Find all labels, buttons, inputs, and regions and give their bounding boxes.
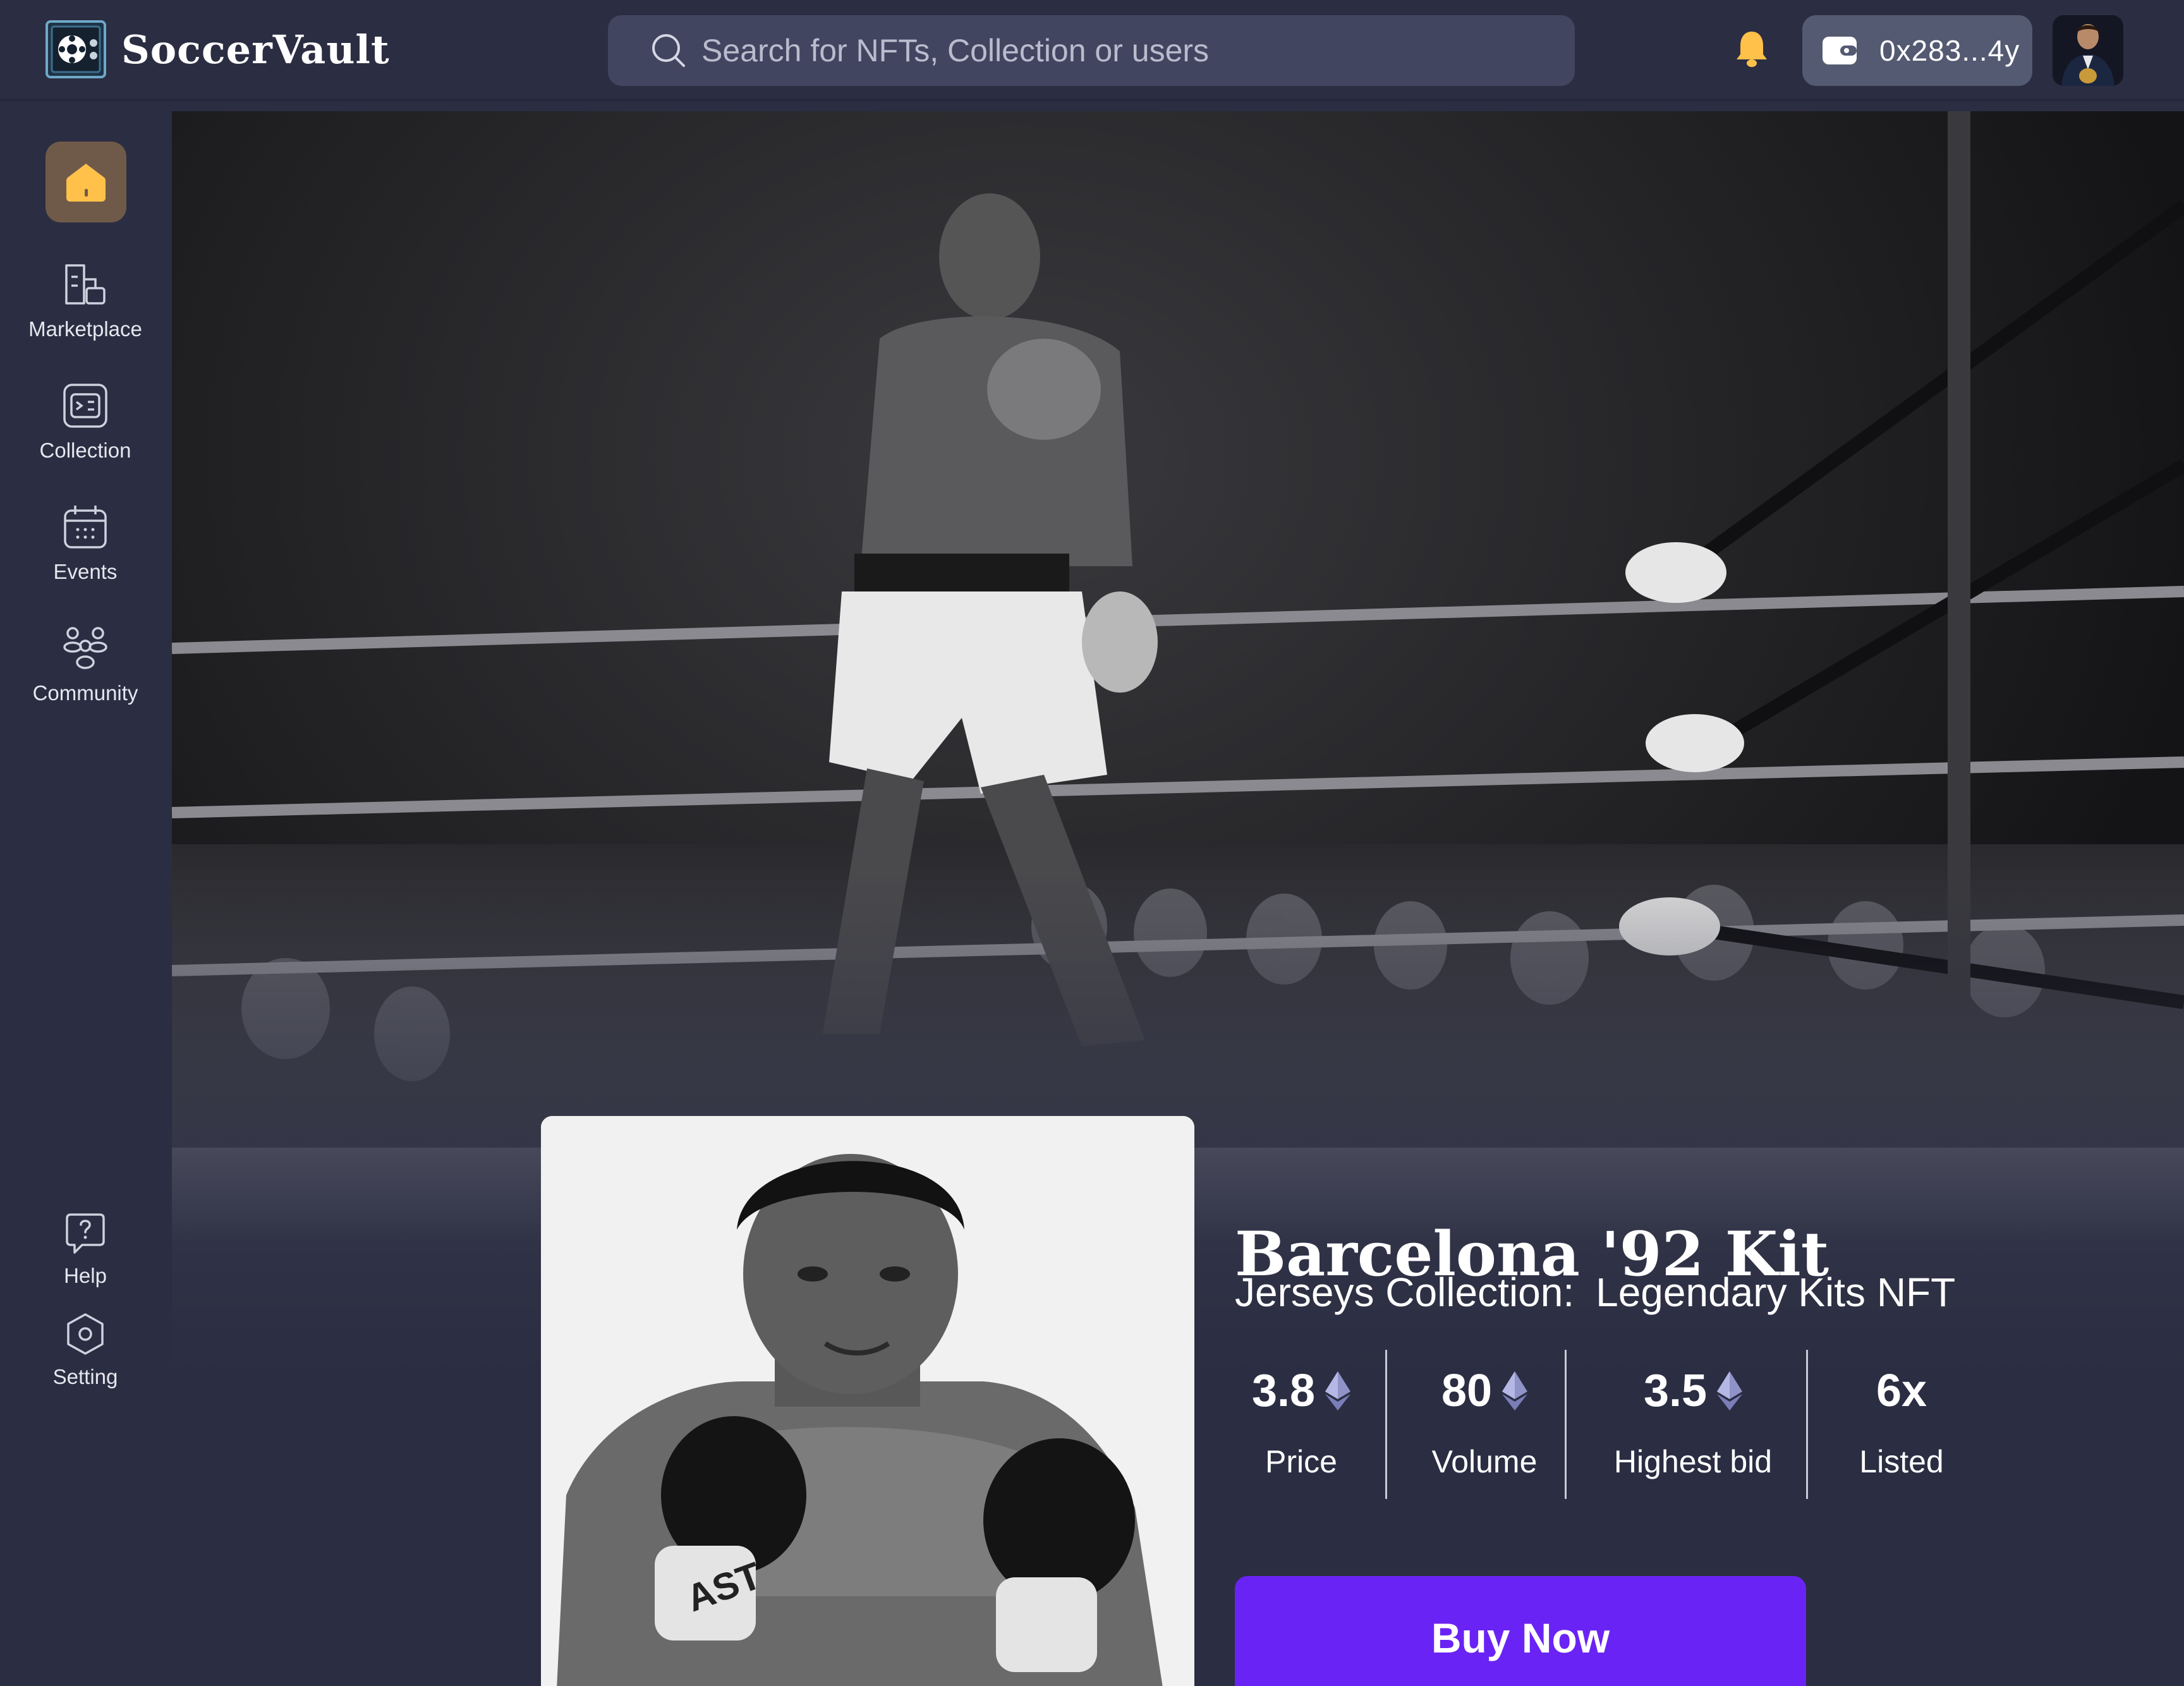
stat-value: 6x (1876, 1366, 1927, 1416)
home-button[interactable] (46, 142, 126, 222)
sidebar-item-label: Events (53, 560, 118, 583)
home-icon (66, 164, 106, 202)
wallet-button[interactable]: 0x283...4y (1802, 15, 2032, 86)
sidebar-item-label: Collection (39, 439, 131, 462)
sidebar-item-community[interactable]: Community (0, 624, 171, 705)
user-avatar[interactable] (2053, 15, 2123, 86)
stat-volume: 80 Volume (1405, 1350, 1563, 1499)
sidebar-item-marketplace[interactable]: Marketplace (0, 260, 171, 341)
app-name: SoccerVault (121, 26, 390, 73)
stat-divider (1385, 1350, 1387, 1499)
stat-highest-bid: 3.5 Highest bid (1584, 1350, 1802, 1499)
stat-divider (1806, 1350, 1808, 1499)
collection-info: Jerseys Collection: Legendary Kits NFT (1235, 1269, 1955, 1316)
stat-price: 3.8 Price (1235, 1350, 1368, 1499)
eth-icon (1717, 1371, 1743, 1410)
vault-logo-icon (46, 20, 106, 78)
search-input[interactable] (700, 32, 1524, 70)
top-bar: SoccerVault 0x283...4y (0, 0, 2184, 101)
nft-image[interactable]: AST (541, 1116, 1194, 1686)
buy-now-button[interactable]: Buy Now (1235, 1576, 1806, 1686)
stat-label: Listed (1859, 1444, 1944, 1479)
sidebar-item-label: Help (64, 1264, 107, 1287)
nft-hero: AST Barcelona '92 Kit Jerseys Collection… (172, 111, 2184, 1686)
collection-link[interactable]: Legendary Kits NFT (1596, 1270, 1955, 1315)
stat-value: 80 (1441, 1366, 1493, 1416)
logo[interactable]: SoccerVault (44, 18, 390, 81)
calendar-icon (64, 506, 107, 549)
collection-icon (63, 384, 107, 428)
wallet-icon (1823, 37, 1857, 64)
settings-icon (67, 1313, 104, 1355)
collection-label: Jerseys Collection: (1235, 1270, 1575, 1315)
stat-label: Highest bid (1613, 1444, 1773, 1479)
help-icon (66, 1213, 105, 1254)
stat-label: Price (1265, 1444, 1337, 1479)
sidebar-item-label: Marketplace (28, 317, 142, 341)
avatar-image (2053, 15, 2123, 86)
sidebar-item-events[interactable]: Events (0, 503, 171, 584)
stat-value: 3.5 (1643, 1366, 1708, 1416)
stat-listed: 6x Listed (1823, 1350, 1981, 1499)
notification-bell-icon[interactable] (1734, 29, 1769, 70)
sidebar-item-help[interactable]: Help (0, 1211, 171, 1288)
sidebar-item-setting[interactable]: Setting (0, 1312, 171, 1389)
nft-artwork: AST (541, 1116, 1194, 1686)
marketplace-icon (65, 264, 106, 305)
eth-icon (1325, 1371, 1351, 1410)
sidebar: Marketplace Collection Events Community … (0, 101, 171, 1686)
community-icon (63, 627, 107, 669)
stat-label: Volume (1431, 1444, 1538, 1479)
search-icon (652, 34, 685, 67)
eth-icon (1502, 1371, 1528, 1410)
sidebar-item-collection[interactable]: Collection (0, 382, 171, 463)
stat-divider (1565, 1350, 1567, 1499)
search-bar[interactable] (608, 15, 1575, 86)
sidebar-item-label: Community (32, 681, 138, 705)
stat-value: 3.8 (1251, 1366, 1316, 1416)
wallet-address: 0x283...4y (1879, 34, 2020, 67)
sidebar-item-label: Setting (52, 1365, 118, 1388)
